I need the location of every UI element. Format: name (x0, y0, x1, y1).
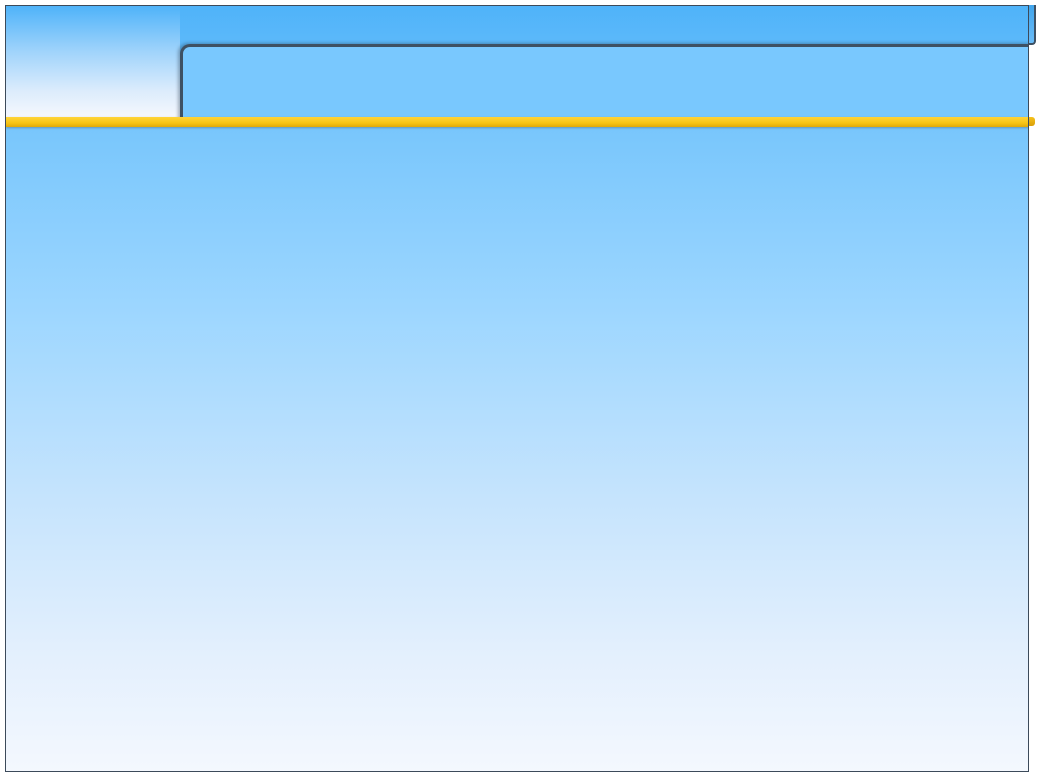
header-tab-edge (1029, 5, 1036, 45)
accent-bar (6, 117, 1028, 127)
accent-bar-edge (1029, 117, 1035, 126)
slide-frame (5, 5, 1029, 772)
header-tab (180, 44, 1028, 121)
content-area (6, 127, 1028, 771)
corner-panel (6, 6, 180, 118)
